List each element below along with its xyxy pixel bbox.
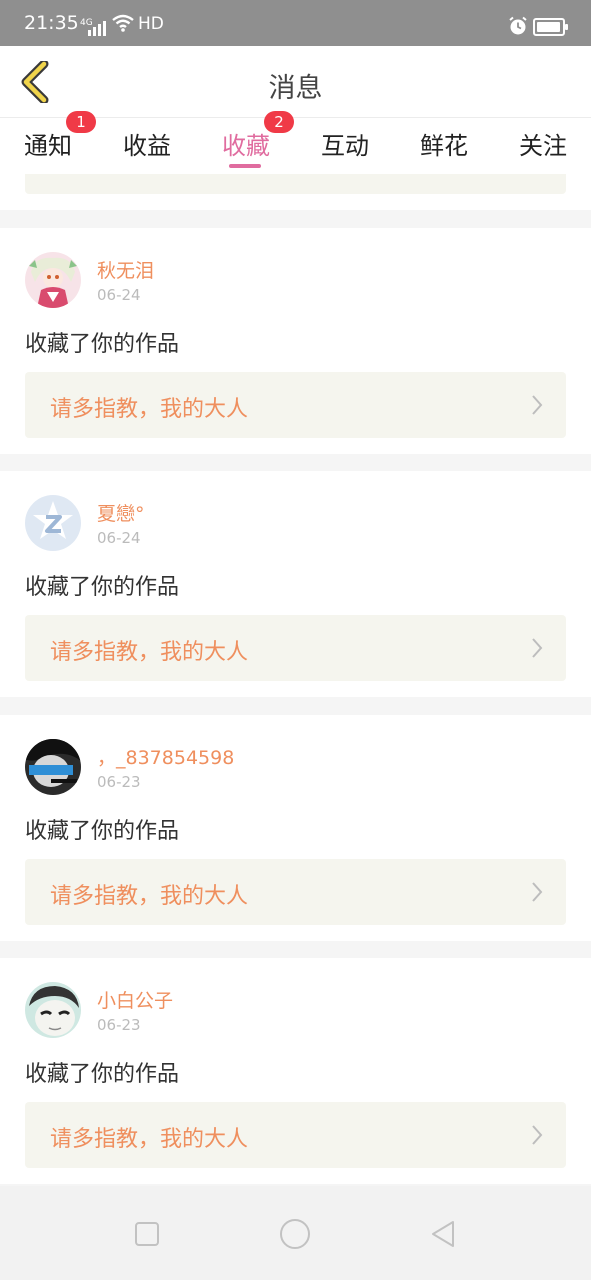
quote-box[interactable]: 请多指教，我的大人: [25, 859, 566, 925]
date: 06-23: [97, 1016, 141, 1034]
avatar[interactable]: [25, 739, 81, 795]
system-nav-bar: [0, 1186, 591, 1280]
message-card: 小白公子 06-23 收藏了你的作品 请多指教，我的大人: [0, 958, 591, 1184]
partial-quote-box[interactable]: [25, 174, 566, 194]
recents-button[interactable]: [131, 1218, 163, 1250]
circle-icon: [280, 1219, 310, 1249]
action-text: 收藏了你的作品: [25, 332, 180, 357]
avatar[interactable]: [25, 252, 81, 308]
tab-favorites[interactable]: 收藏: [222, 126, 270, 161]
home-button[interactable]: [279, 1218, 311, 1250]
quote-text: 请多指教，我的大人: [50, 397, 249, 422]
tab-interactions[interactable]: 互动: [321, 126, 369, 161]
triangle-back-icon: [432, 1221, 454, 1247]
dark-photo-avatar-icon: [25, 739, 81, 795]
message-card: 秋无泪 06-24 收藏了你的作品 请多指教，我的大人: [0, 228, 591, 454]
notifications-badge: 1: [66, 111, 96, 133]
message-card: 夏戀° 06-24 收藏了你的作品 请多指教，我的大人: [0, 471, 591, 697]
action-text: 收藏了你的作品: [25, 575, 180, 600]
chevron-right-icon: [532, 882, 543, 902]
chevron-right-icon: [532, 395, 543, 415]
action-text: 收藏了你的作品: [25, 819, 180, 844]
username[interactable]: 秋无泪: [97, 256, 154, 283]
username[interactable]: 夏戀°: [97, 499, 145, 526]
avatar[interactable]: [25, 982, 81, 1038]
date: 06-24: [97, 286, 141, 304]
tab-earnings[interactable]: 收益: [123, 126, 171, 161]
active-tab-indicator: [229, 164, 261, 168]
battery-icon: [533, 18, 568, 36]
chevron-right-icon: [532, 1125, 543, 1145]
favorites-badge: 2: [264, 111, 294, 133]
tab-flowers[interactable]: 鲜花: [420, 126, 468, 161]
status-time: 21:35: [24, 12, 79, 34]
username[interactable]: ，_837854598: [97, 743, 234, 770]
back-nav-button[interactable]: [427, 1218, 459, 1250]
signal-icon: [88, 18, 106, 36]
sketch-face-avatar-icon: [25, 982, 81, 1038]
page-title: 消息: [268, 73, 323, 104]
username[interactable]: 小白公子: [97, 986, 173, 1013]
avatar[interactable]: [25, 495, 81, 551]
tab-notifications[interactable]: 通知: [24, 126, 72, 161]
square-icon: [135, 1222, 159, 1246]
quote-box[interactable]: 请多指教，我的大人: [25, 615, 566, 681]
partial-message-card: [0, 174, 591, 210]
quote-text: 请多指教，我的大人: [50, 884, 249, 909]
quote-text: 请多指教，我的大人: [50, 640, 249, 665]
message-card: ，_837854598 06-23 收藏了你的作品 请多指教，我的大人: [0, 715, 591, 941]
default-z-avatar-icon: [25, 495, 81, 551]
quote-box[interactable]: 请多指教，我的大人: [25, 372, 566, 438]
chevron-right-icon: [532, 638, 543, 658]
hd-indicator: HD: [138, 14, 164, 34]
action-text: 收藏了你的作品: [25, 1062, 180, 1087]
quote-box[interactable]: 请多指教，我的大人: [25, 1102, 566, 1168]
alarm-icon: [509, 16, 527, 35]
wifi-icon: [112, 14, 134, 32]
anime-girl-avatar-icon: [25, 252, 81, 308]
header: 消息: [0, 46, 591, 118]
quote-text: 请多指教，我的大人: [50, 1127, 249, 1152]
date: 06-23: [97, 773, 141, 791]
status-bar: 21:35 4G HD: [0, 0, 591, 46]
date: 06-24: [97, 529, 141, 547]
tab-follows[interactable]: 关注: [519, 126, 567, 161]
